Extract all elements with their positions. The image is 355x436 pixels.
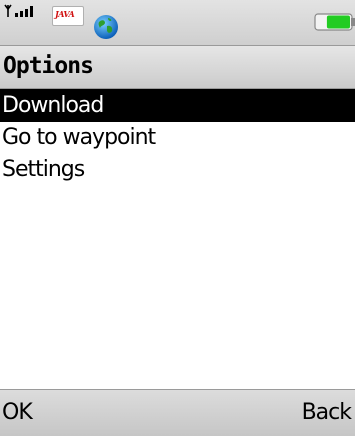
softkey-bar: OK Back [0, 389, 355, 436]
options-menu: Download Go to waypoint Settings [0, 89, 355, 186]
status-bar: JAVA [0, 0, 355, 46]
globe-icon [94, 15, 118, 39]
java-icon-label: JAVA [55, 9, 75, 19]
title-bar: Options [0, 46, 355, 89]
battery-icon [314, 13, 355, 31]
menu-item-go-to-waypoint[interactable]: Go to waypoint [0, 122, 355, 154]
menu-item-settings[interactable]: Settings [0, 154, 355, 186]
ok-softkey[interactable]: OK [2, 400, 33, 425]
menu-item-download[interactable]: Download [0, 89, 355, 122]
page-title: Options [3, 53, 94, 79]
back-softkey[interactable]: Back [302, 400, 352, 425]
java-icon: JAVA [52, 6, 84, 26]
phone-screen: JAVA Options Download Go to waypoint Set… [0, 0, 355, 436]
signal-strength-icon [4, 4, 33, 17]
